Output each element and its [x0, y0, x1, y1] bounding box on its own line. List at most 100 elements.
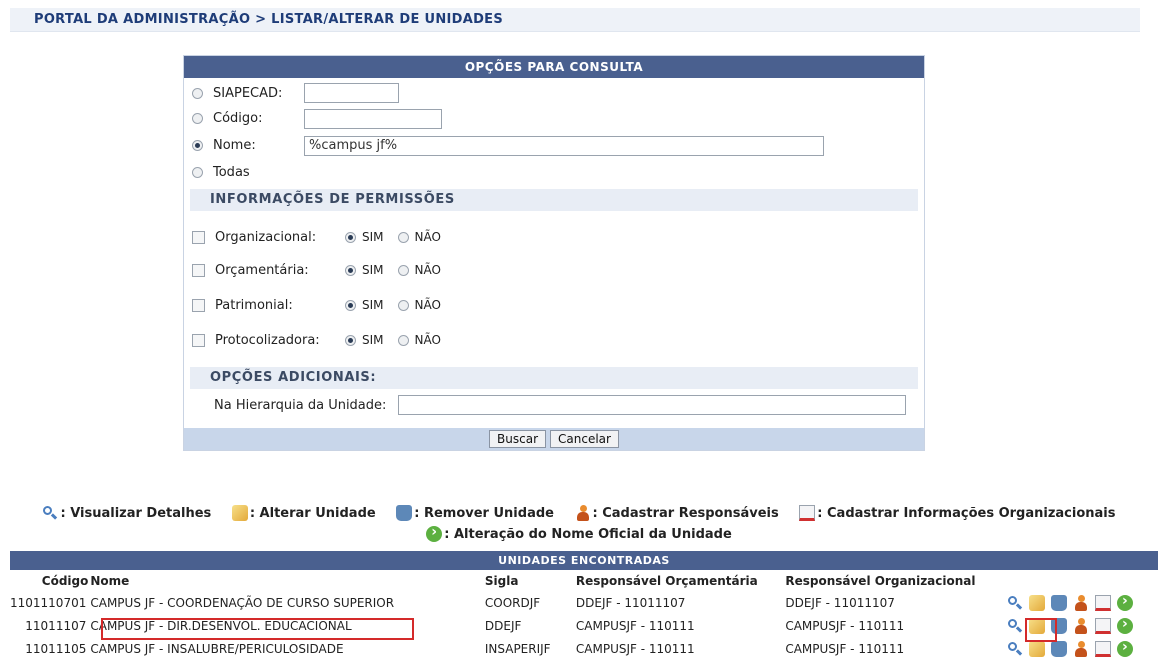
table-row: 1101110701 CAMPUS JF - COORDENAÇÃO DE CU… — [10, 591, 1158, 614]
cell-sigla: COORDJF — [484, 595, 541, 610]
permissions-section-title: INFORMAÇÕES DE PERMISSÕES — [190, 189, 918, 211]
sim-radio[interactable] — [345, 264, 356, 276]
row-actions — [999, 591, 1158, 614]
cell-orcamentaria: CAMPUSJF - 110111 — [575, 641, 695, 656]
siapecad-label: SIAPECAD: — [213, 85, 283, 101]
cell-nome: CAMPUS JF - COORDENAÇÃO DE CURSO SUPERIO… — [90, 595, 395, 610]
form-buttons: Buscar Cancelar — [184, 428, 924, 450]
row-actions — [999, 614, 1158, 637]
nao-label: NÃO — [414, 298, 441, 312]
cell-orcamentaria: CAMPUSJF - 110111 — [575, 618, 695, 633]
table-row: 11011105 CAMPUS JF - INSALUBRE/PERICULOS… — [10, 637, 1158, 660]
codigo-radio[interactable] — [192, 112, 203, 124]
siapecad-input[interactable] — [304, 83, 399, 103]
siapecad-row: SIAPECAD: — [192, 81, 282, 105]
codigo-input[interactable] — [304, 109, 442, 129]
legend-nome-oficial: : Alteração do Nome Oficial da Unidade — [426, 524, 732, 542]
permission-label: Protocolizadora: — [215, 332, 320, 348]
magnifier-icon — [42, 505, 58, 521]
sim-radio[interactable] — [345, 231, 356, 243]
hierarquia-input[interactable] — [398, 395, 906, 415]
cell-sigla: INSAPERIJF — [484, 641, 551, 656]
trash-icon[interactable] — [1050, 594, 1067, 611]
cell-organizacional: CAMPUSJF - 110111 — [785, 618, 905, 633]
cell-organizacional: CAMPUSJF - 110111 — [785, 641, 905, 656]
edit-icon[interactable] — [1028, 594, 1045, 611]
cell-codigo: 1101110701 — [10, 595, 87, 610]
siapecad-radio[interactable] — [192, 87, 203, 99]
arrow-right-icon — [426, 524, 443, 542]
header-sigla: Sigla — [484, 573, 519, 588]
codigo-row: Código: — [192, 106, 262, 130]
edit-icon[interactable] — [1028, 640, 1045, 657]
legend-responsaveis: : Cadastrar Responsáveis — [575, 505, 779, 521]
nao-label: NÃO — [414, 263, 441, 277]
sim-label: SIM — [362, 230, 384, 244]
nao-radio[interactable] — [397, 231, 409, 243]
nao-radio[interactable] — [397, 264, 409, 276]
permission-label: Patrimonial: — [215, 297, 293, 313]
document-icon[interactable] — [1094, 640, 1111, 657]
person-icon[interactable] — [1073, 617, 1089, 634]
document-icon[interactable] — [1094, 594, 1111, 611]
person-icon[interactable] — [1073, 594, 1089, 611]
legend-text: : Remover Unidade — [414, 505, 554, 521]
view-details-icon[interactable] — [1007, 595, 1023, 611]
search-options-form: OPÇÕES PARA CONSULTA SIAPECAD: Código: N… — [183, 55, 925, 451]
table-header-row: Código Nome Sigla Responsável Orçamentár… — [10, 570, 1158, 591]
legend-text: : Visualizar Detalhes — [60, 505, 212, 521]
view-details-icon[interactable] — [1007, 618, 1023, 634]
sim-label: SIM — [362, 298, 384, 312]
legend-alterar: : Alterar Unidade — [231, 505, 376, 521]
legend-remover: : Remover Unidade — [396, 505, 554, 521]
highlight-box-name — [101, 618, 414, 640]
cell-codigo: 11011107 — [25, 618, 87, 633]
legend-informacoes: : Cadastrar Informações Organizacionais — [799, 505, 1116, 521]
nome-radio[interactable] — [192, 139, 203, 151]
patrimonial-checkbox[interactable] — [192, 298, 205, 312]
protocolizadora-checkbox[interactable] — [192, 333, 205, 347]
sim-radio[interactable] — [345, 299, 356, 311]
todas-radio[interactable] — [192, 166, 203, 178]
hierarquia-label: Na Hierarquia da Unidade: — [214, 397, 387, 413]
person-icon[interactable] — [1073, 640, 1089, 657]
nome-input[interactable]: %campus jf% — [304, 136, 824, 156]
legend-text: : Alterar Unidade — [249, 505, 376, 521]
cancelar-button[interactable]: Cancelar — [550, 430, 619, 448]
icon-legend: : Visualizar Detalhes : Alterar Unidade … — [0, 505, 1158, 546]
legend-text: : Alteração do Nome Oficial da Unidade — [444, 526, 732, 542]
arrow-right-icon[interactable] — [1116, 639, 1133, 657]
arrow-right-icon[interactable] — [1116, 593, 1133, 611]
row-actions — [999, 637, 1158, 660]
nao-radio[interactable] — [397, 334, 409, 346]
header-orcamentaria: Responsável Orçamentária — [575, 573, 758, 588]
cell-sigla: DDEJF — [484, 618, 522, 633]
buscar-button[interactable]: Buscar — [489, 430, 547, 448]
sim-label: SIM — [362, 263, 384, 277]
person-icon — [575, 505, 591, 521]
form-caption: OPÇÕES PARA CONSULTA — [184, 56, 924, 78]
edit-icon — [231, 505, 248, 521]
nao-radio[interactable] — [397, 299, 409, 311]
orcamentaria-checkbox[interactable] — [192, 263, 205, 277]
permission-row: Protocolizadora: SIM NÃO — [192, 328, 441, 352]
todas-row: Todas — [192, 160, 250, 184]
hierarquia-row: Na Hierarquia da Unidade: — [214, 393, 386, 417]
arrow-right-icon[interactable] — [1116, 616, 1133, 634]
nao-label: NÃO — [414, 333, 441, 347]
nao-label: NÃO — [414, 230, 441, 244]
breadcrumb: PORTAL DA ADMINISTRAÇÃO > LISTAR/ALTERAR… — [10, 8, 1140, 32]
cell-codigo: 11011105 — [25, 641, 87, 656]
legend-text: : Cadastrar Informações Organizacionais — [817, 505, 1116, 521]
sim-radio[interactable] — [345, 334, 356, 346]
organizacional-checkbox[interactable] — [192, 230, 205, 244]
header-nome: Nome — [90, 573, 130, 588]
cell-nome: CAMPUS JF - INSALUBRE/PERICULOSIDADE — [90, 641, 344, 656]
view-details-icon[interactable] — [1007, 641, 1023, 657]
trash-icon[interactable] — [1050, 640, 1067, 657]
results-table: Código Nome Sigla Responsável Orçamentár… — [10, 570, 1158, 660]
todas-label: Todas — [213, 164, 250, 180]
document-icon — [799, 505, 816, 521]
document-icon[interactable] — [1094, 617, 1111, 634]
permission-label: Orçamentária: — [215, 262, 309, 278]
